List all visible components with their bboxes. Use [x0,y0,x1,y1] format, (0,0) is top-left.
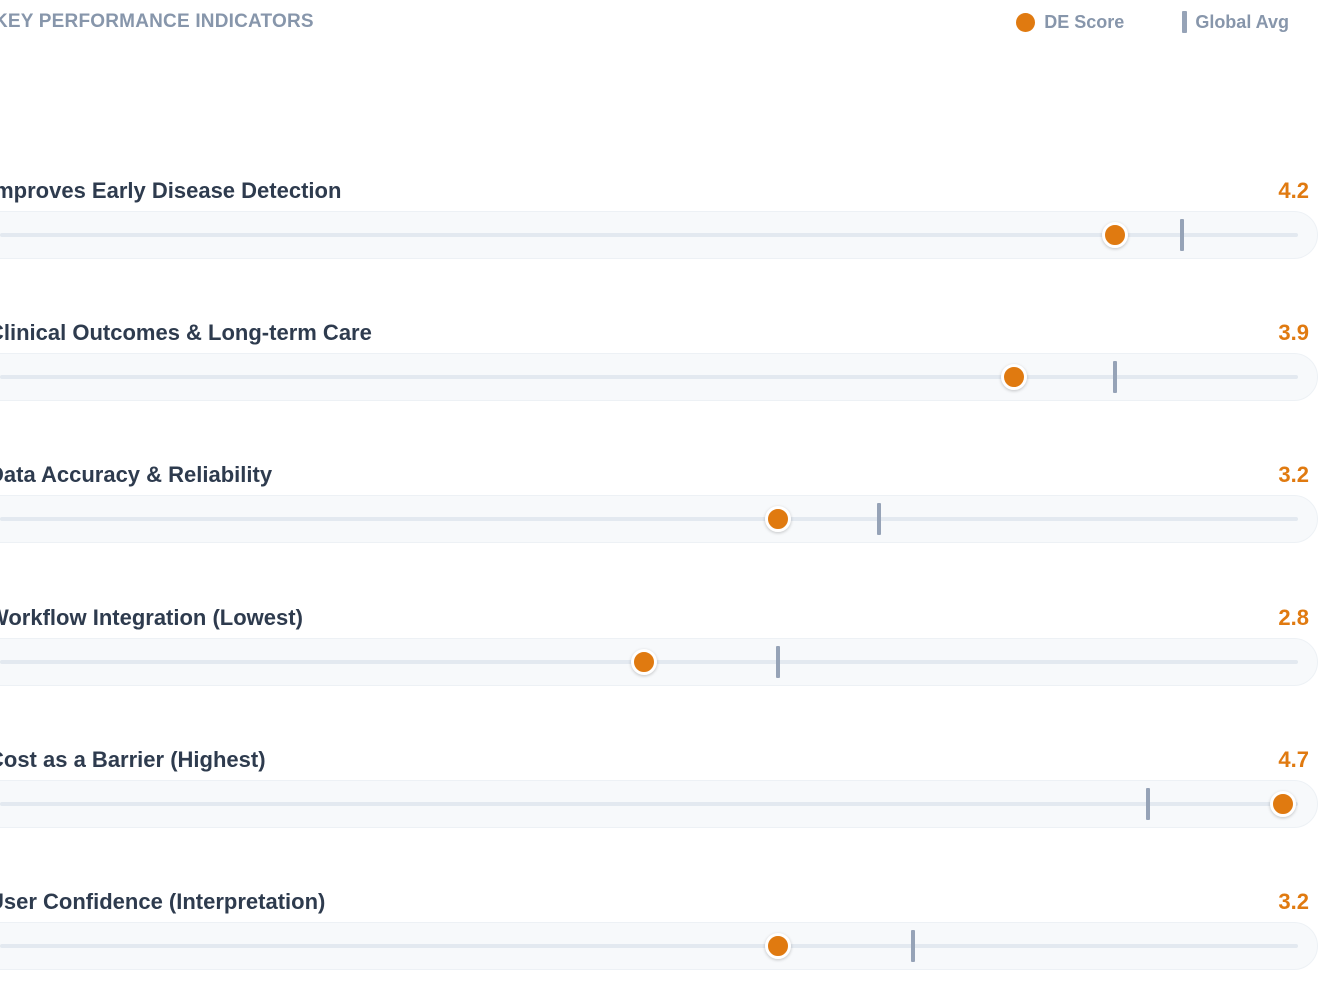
kpi-row: Clinical Outcomes & Long-term Care 3.9 [0,320,1319,420]
kpi-label: Cost as a Barrier (Highest) [0,746,266,772]
global-avg-marker [877,503,882,536]
legend-bar-icon [1182,11,1188,33]
legend-item-score: DE Score [1016,12,1124,33]
de-score-marker [1000,364,1027,391]
kpi-label: User Confidence (Interpretation) [0,889,326,914]
kpi-value: 3.2 [1278,462,1309,488]
de-score-marker [630,648,657,675]
global-avg-marker [1112,361,1117,394]
legend-avg-label: Global Avg [1195,11,1289,32]
kpi-row: User Confidence (Interpretation) 3.2 [0,889,1319,989]
de-score-marker [1270,790,1297,817]
kpi-track-line [0,801,1298,806]
kpi-track-line [0,517,1298,522]
legend: DE Score Global Avg [1016,11,1289,33]
legend-item-avg: Global Avg [1182,11,1289,33]
kpi-value: 4.2 [1278,178,1309,203]
kpi-value: 3.9 [1278,320,1309,346]
global-avg-marker [776,645,781,678]
kpi-value: 4.7 [1278,746,1309,772]
kpi-track-line [0,375,1298,380]
legend-dot-icon [1016,12,1036,32]
kpi-row: Cost as a Barrier (Highest) 4.7 [0,747,1319,847]
kpi-value: 3.2 [1278,889,1309,914]
kpi-row: Workflow Integration (Lowest) 2.8 [0,605,1319,705]
kpi-track-line [0,944,1298,948]
de-score-marker [1101,222,1128,248]
legend-score-label: DE Score [1044,11,1125,32]
kpi-label: Improves Early Disease Detection [0,178,342,203]
chart-title: KEY PERFORMANCE INDICATORS [0,11,314,32]
kpi-label: Workflow Integration (Lowest) [0,604,303,630]
global-avg-marker [1180,219,1185,251]
global-avg-marker [910,930,915,962]
kpi-row: Improves Early Disease Detection 4.2 [0,178,1319,278]
kpi-row: Data Accuracy & Reliability 3.2 [0,462,1319,562]
global-avg-marker [1146,787,1151,820]
kpi-label: Data Accuracy & Reliability [0,462,273,488]
kpi-value: 2.8 [1278,604,1309,630]
kpi-label: Clinical Outcomes & Long-term Care [0,320,372,346]
